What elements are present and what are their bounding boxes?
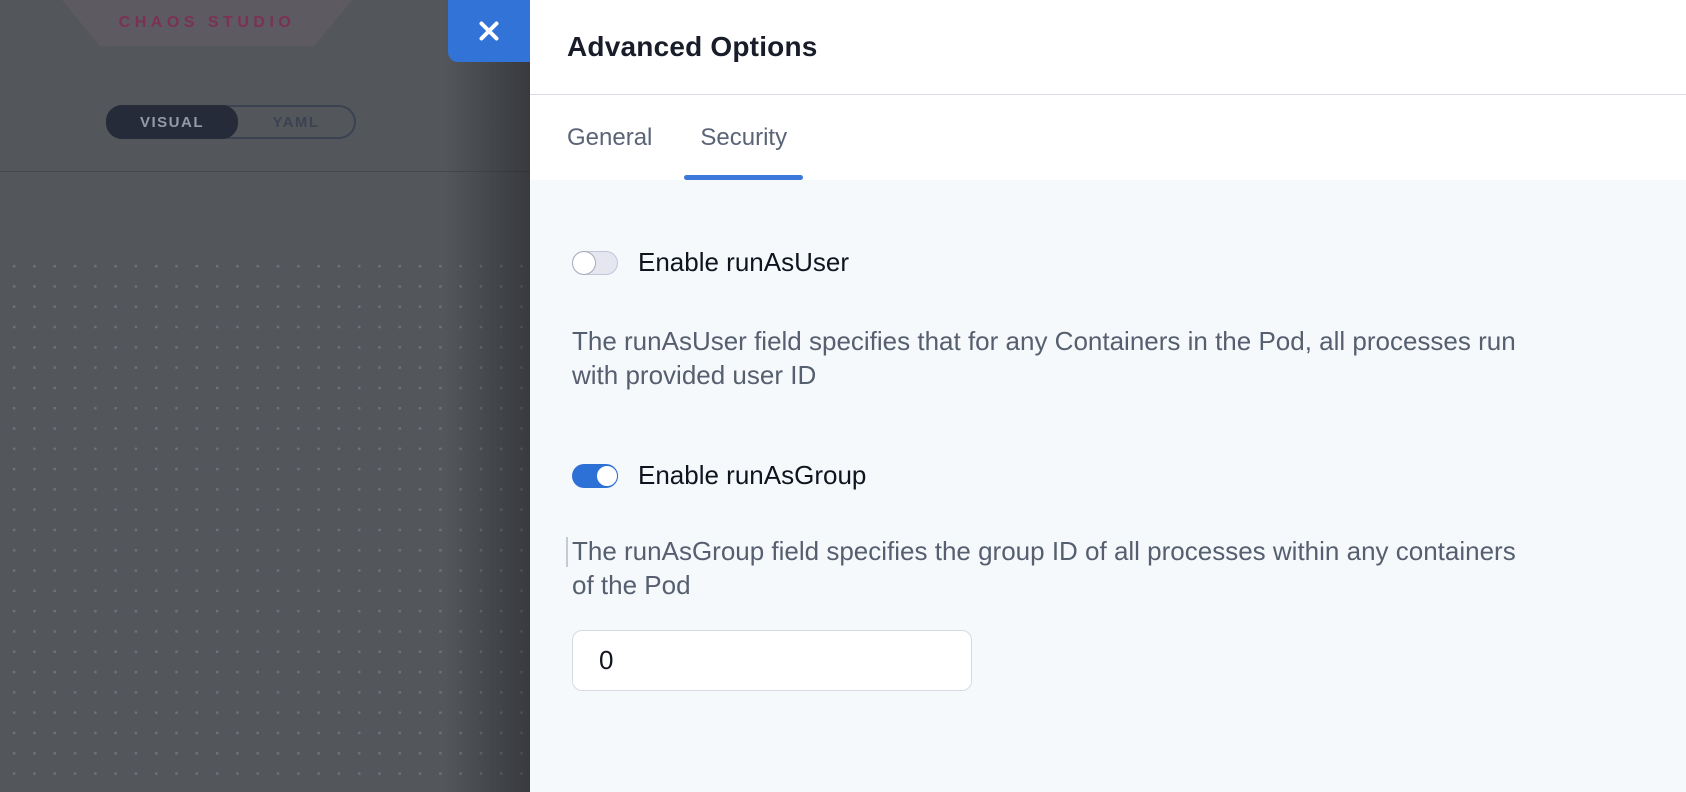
- run-as-group-description: The runAsGroup field specifies the group…: [572, 534, 1532, 602]
- toggle-knob: [596, 465, 618, 487]
- toggle-knob: [572, 251, 596, 275]
- close-drawer-button[interactable]: [448, 0, 530, 62]
- security-tab-content: Enable runAsUser The runAsUser field spe…: [530, 180, 1686, 792]
- tab-security-label: Security: [700, 124, 787, 152]
- run-as-user-description: The runAsUser field specifies that for a…: [572, 324, 1532, 392]
- enable-run-as-user-toggle[interactable]: [572, 251, 618, 275]
- run-as-group-id-input[interactable]: [572, 630, 972, 691]
- drawer-shadow: [445, 0, 530, 792]
- yaml-tab[interactable]: YAML: [238, 107, 354, 137]
- advanced-options-drawer: Advanced Options General Security Enable…: [530, 0, 1686, 792]
- editor-canvas: CHAOS STUDIO VISUAL YAML: [0, 0, 530, 792]
- drawer-title: Advanced Options: [567, 31, 818, 63]
- run-as-user-row: Enable runAsUser: [572, 247, 1626, 278]
- text-caret: [566, 537, 568, 567]
- chaos-studio-screen: CHAOS STUDIO VISUAL YAML Advanced Option…: [0, 0, 1686, 792]
- run-as-user-label: Enable runAsUser: [638, 247, 849, 278]
- tab-general-label: General: [567, 124, 652, 152]
- run-as-group-row: Enable runAsGroup: [572, 460, 1626, 491]
- tab-general[interactable]: General: [567, 95, 652, 180]
- run-as-group-label: Enable runAsGroup: [638, 460, 866, 491]
- visual-tab-label: VISUAL: [140, 114, 204, 131]
- visual-tab[interactable]: VISUAL: [106, 105, 238, 139]
- view-mode-toggle: VISUAL YAML: [106, 105, 356, 139]
- brand-title: CHAOS STUDIO: [119, 14, 296, 32]
- run-as-group-description-wrap: The runAsGroup field specifies the group…: [572, 534, 1626, 602]
- drawer-tabbar: General Security: [530, 95, 1686, 180]
- brand-banner: CHAOS STUDIO: [62, 0, 352, 46]
- yaml-tab-label: YAML: [272, 114, 319, 131]
- drawer-header: Advanced Options: [530, 0, 1686, 95]
- tab-security[interactable]: Security: [700, 95, 787, 180]
- enable-run-as-group-toggle[interactable]: [572, 464, 618, 488]
- close-icon: [477, 19, 501, 43]
